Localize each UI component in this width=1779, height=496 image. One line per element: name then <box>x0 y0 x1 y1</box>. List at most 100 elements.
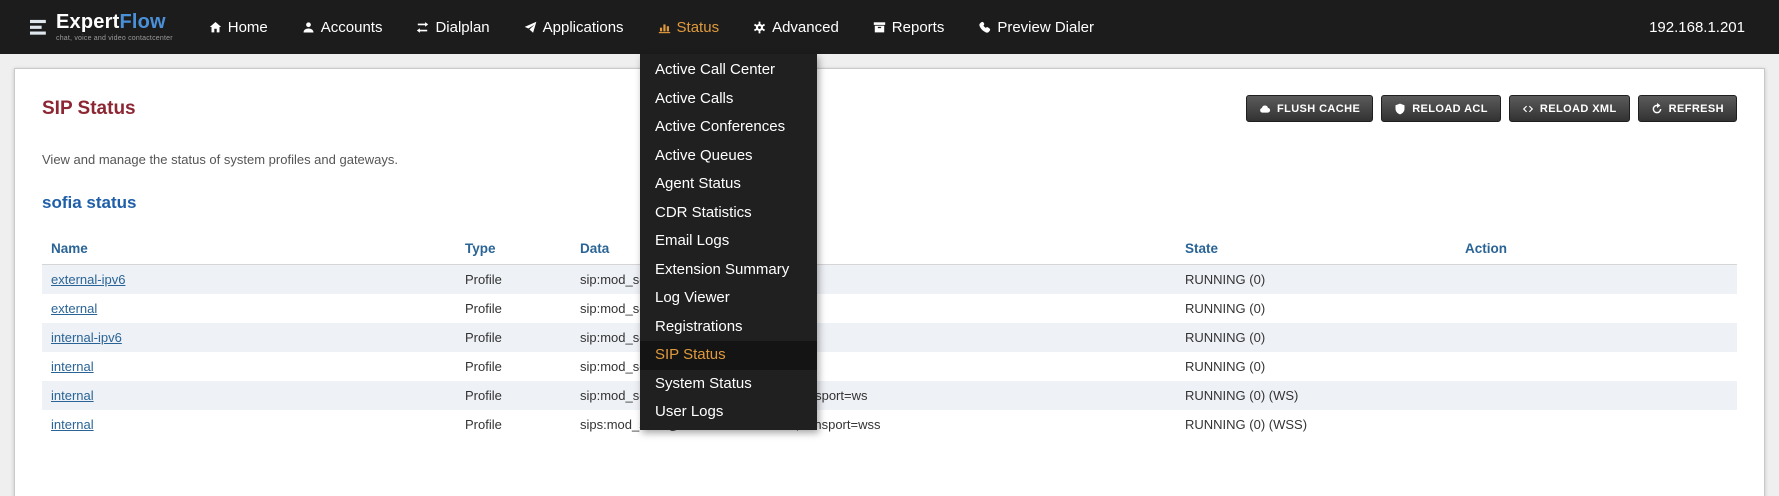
column-header-action: Action <box>1456 233 1737 265</box>
profile-link[interactable]: external <box>51 301 97 316</box>
nav-item-reports[interactable]: Reports <box>873 19 945 36</box>
menu-item-sip-status[interactable]: SIP Status <box>640 341 817 370</box>
expertflow-logo[interactable]: ExpertFlow chat, voice and video contact… <box>30 12 173 42</box>
cell-action <box>1456 323 1737 352</box>
reload-xml-button[interactable]: RELOAD XML <box>1509 95 1630 122</box>
cell-state: RUNNING (0) <box>1176 265 1456 295</box>
table-row: internalProfilesip:mod_sofia@192.168.1.2… <box>42 352 1737 381</box>
brand-secondary: Flow <box>119 11 165 33</box>
cell-name: internal-ipv6 <box>42 323 456 352</box>
profile-link[interactable]: internal-ipv6 <box>51 330 122 345</box>
table-row: externalProfilesip:mod_sofia@192.168.1.2… <box>42 294 1737 323</box>
menu-item-user-logs[interactable]: User Logs <box>640 398 817 427</box>
cell-type: Profile <box>456 323 571 352</box>
cell-name: external-ipv6 <box>42 265 456 295</box>
nav-item-label: Dialplan <box>435 19 489 36</box>
menu-lines-icon <box>30 19 49 36</box>
cell-action <box>1456 265 1737 295</box>
cell-name: internal <box>42 352 456 381</box>
nav-item-label: Preview Dialer <box>997 19 1094 36</box>
profile-link[interactable]: external-ipv6 <box>51 272 125 287</box>
nav-item-accounts[interactable]: Accounts <box>302 19 383 36</box>
content-card: SIP Status FLUSH CACHE RELOAD ACL RELOAD X… <box>14 68 1765 496</box>
toolbar: FLUSH CACHE RELOAD ACL RELOAD XML REFRESH <box>1246 95 1737 122</box>
button-label: REFRESH <box>1669 103 1724 115</box>
top-navbar: ExpertFlow chat, voice and video contact… <box>0 0 1779 54</box>
nav-item-status[interactable]: Status <box>658 19 720 36</box>
menu-item-active-calls[interactable]: Active Calls <box>640 85 817 114</box>
nav-item-label: Advanced <box>772 19 839 36</box>
reload-acl-button[interactable]: RELOAD ACL <box>1381 95 1501 122</box>
nav-item-label: Status <box>677 19 720 36</box>
cell-name: external <box>42 294 456 323</box>
nav-item-label: Accounts <box>321 19 383 36</box>
column-header-name: Name <box>42 233 456 265</box>
column-header-type: Type <box>456 233 571 265</box>
home-icon <box>209 21 222 34</box>
bar-chart-icon <box>658 21 671 34</box>
flush-cache-button[interactable]: FLUSH CACHE <box>1246 95 1373 122</box>
nav-item-applications[interactable]: Applications <box>524 19 624 36</box>
logo-text: ExpertFlow chat, voice and video contact… <box>56 12 173 42</box>
cell-type: Profile <box>456 381 571 410</box>
button-label: FLUSH CACHE <box>1277 103 1360 115</box>
menu-item-cdr-statistics[interactable]: CDR Statistics <box>640 199 817 228</box>
nav-item-preview-dialer[interactable]: Preview Dialer <box>978 19 1094 36</box>
menu-item-system-status[interactable]: System Status <box>640 370 817 399</box>
menu-item-active-conferences[interactable]: Active Conferences <box>640 113 817 142</box>
button-label: RELOAD XML <box>1540 103 1617 115</box>
table-row: internalProfilesips:mod_sofia@192.168.1.… <box>42 410 1737 439</box>
menu-item-agent-status[interactable]: Agent Status <box>640 170 817 199</box>
cell-name: internal <box>42 410 456 439</box>
menu-item-log-viewer[interactable]: Log Viewer <box>640 284 817 313</box>
profile-link[interactable]: internal <box>51 359 94 374</box>
nav-item-home[interactable]: Home <box>209 19 268 36</box>
cell-name: internal <box>42 381 456 410</box>
send-icon <box>524 21 537 34</box>
cell-action <box>1456 352 1737 381</box>
cell-state: RUNNING (0) (WS) <box>1176 381 1456 410</box>
cell-type: Profile <box>456 410 571 439</box>
cell-state: RUNNING (0) <box>1176 352 1456 381</box>
gear-icon <box>753 21 766 34</box>
nav-item-dialplan[interactable]: Dialplan <box>416 19 489 36</box>
cell-action <box>1456 381 1737 410</box>
button-label: RELOAD ACL <box>1412 103 1488 115</box>
page-description: View and manage the status of system pro… <box>42 152 1737 167</box>
user-icon <box>302 21 315 34</box>
nav-item-advanced[interactable]: Advanced <box>753 19 839 36</box>
brand-primary: Expert <box>56 11 119 33</box>
cell-state: RUNNING (0) (WSS) <box>1176 410 1456 439</box>
menu-item-registrations[interactable]: Registrations <box>640 313 817 342</box>
cloud-icon <box>1259 103 1271 115</box>
cell-state: RUNNING (0) <box>1176 323 1456 352</box>
column-header-state: State <box>1176 233 1456 265</box>
menu-item-active-queues[interactable]: Active Queues <box>640 142 817 171</box>
table-header-row: NameTypeDataStateAction <box>42 233 1737 265</box>
cell-type: Profile <box>456 294 571 323</box>
menu-item-extension-summary[interactable]: Extension Summary <box>640 256 817 285</box>
menu-item-email-logs[interactable]: Email Logs <box>640 227 817 256</box>
cell-type: Profile <box>456 265 571 295</box>
menu-item-active-call-center[interactable]: Active Call Center <box>640 56 817 85</box>
cell-state: RUNNING (0) <box>1176 294 1456 323</box>
main-nav: Home Accounts Dialplan Applications Status Ad… <box>209 19 1094 36</box>
archive-icon <box>873 21 886 34</box>
code-icon <box>1522 103 1534 115</box>
nav-item-label: Applications <box>543 19 624 36</box>
profile-link[interactable]: internal <box>51 388 94 403</box>
cell-action <box>1456 410 1737 439</box>
nav-item-label: Home <box>228 19 268 36</box>
profile-link[interactable]: internal <box>51 417 94 432</box>
nav-item-label: Reports <box>892 19 945 36</box>
table-row: internalProfilesip:mod_sofia@192.168.1.2… <box>42 381 1737 410</box>
phone-icon <box>978 21 991 34</box>
sofia-status-table: NameTypeDataStateAction external-ipv6 Pro… <box>42 233 1737 439</box>
status-dropdown-menu: Active Call CenterActive CallsActive Con… <box>640 54 817 430</box>
shield-icon <box>1394 103 1406 115</box>
section-title: sofia status <box>42 193 1737 213</box>
table-row: internal-ipv6Profilesip:mod_sofia@[::1]:… <box>42 323 1737 352</box>
exchange-icon <box>416 21 429 34</box>
page-title: SIP Status <box>42 98 136 120</box>
refresh-button[interactable]: REFRESH <box>1638 95 1737 122</box>
